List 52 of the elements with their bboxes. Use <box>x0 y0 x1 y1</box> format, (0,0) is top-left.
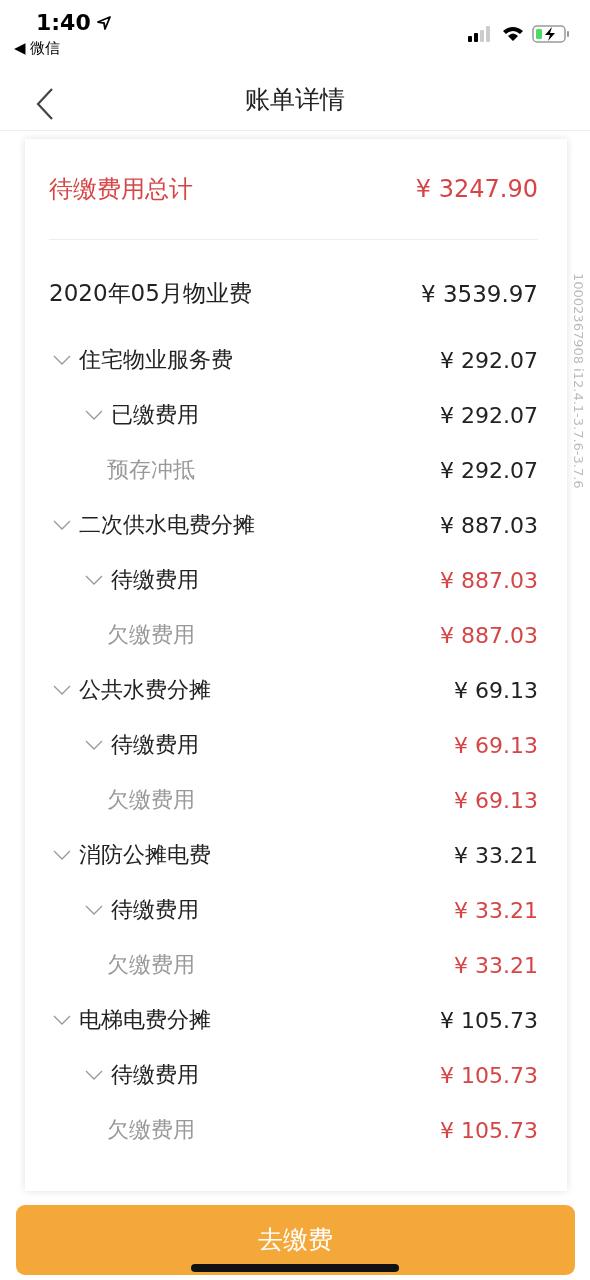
chevron-icon[interactable] <box>85 1070 103 1081</box>
detail-amount: ¥ 105.73 <box>440 1117 538 1143</box>
fee-name: 二次供水电费分摊 <box>79 511 256 540</box>
chevron-icon[interactable] <box>85 410 103 421</box>
detail-amount: ¥ 69.13 <box>454 787 538 813</box>
detail-amount: ¥ 887.03 <box>440 622 538 648</box>
page-title: 账单详情 <box>245 84 345 117</box>
status-amount: ¥ 105.73 <box>440 1062 538 1088</box>
chevron-icon[interactable] <box>53 520 71 531</box>
chevron-icon[interactable] <box>53 850 71 861</box>
version-label: 10002367908 i12.4.1-3.7.6-3.7.6 <box>571 272 586 489</box>
status-amount: ¥ 33.21 <box>454 897 538 923</box>
chevron-icon[interactable] <box>53 685 71 696</box>
status-name: 待缴费用 <box>111 566 200 595</box>
chevron-icon[interactable] <box>85 905 103 916</box>
detail-name: 欠缴费用 <box>107 621 196 650</box>
back-icon[interactable] <box>36 88 54 120</box>
detail-name: 欠缴费用 <box>107 786 196 815</box>
fee-amount: ¥ 33.21 <box>454 842 538 868</box>
back-to-app-link[interactable]: ◀ 微信 <box>14 39 111 58</box>
detail-name: 欠缴费用 <box>107 1116 196 1145</box>
battery-charging-icon <box>532 25 570 43</box>
wifi-icon <box>502 26 524 42</box>
chevron-icon[interactable] <box>53 355 71 366</box>
clock-time: 1:40 <box>36 10 91 35</box>
detail-amount: ¥ 33.21 <box>454 952 538 978</box>
status-amount: ¥ 69.13 <box>454 732 538 758</box>
detail-name: 预存冲抵 <box>107 456 196 485</box>
chevron-icon[interactable] <box>85 575 103 586</box>
fee-amount: ¥ 887.03 <box>440 512 538 538</box>
bill-title: 2020年05月物业费 <box>49 279 252 309</box>
status-name: 待缴费用 <box>111 1061 200 1090</box>
fee-amount: ¥ 292.07 <box>440 347 538 373</box>
status-amount: ¥ 292.07 <box>440 402 538 428</box>
total-label: 待缴费用总计 <box>49 173 193 205</box>
fee-name: 电梯电费分摊 <box>79 1006 212 1035</box>
fee-amount: ¥ 69.13 <box>454 677 538 703</box>
status-name: 待缴费用 <box>111 731 200 760</box>
bill-amount: ¥ 3539.97 <box>420 280 538 307</box>
detail-amount: ¥ 292.07 <box>440 457 538 483</box>
status-name: 已缴费用 <box>111 401 200 430</box>
fee-name: 公共水费分摊 <box>79 676 212 705</box>
fee-name: 住宅物业服务费 <box>79 346 234 375</box>
fee-amount: ¥ 105.73 <box>440 1007 538 1033</box>
status-amount: ¥ 887.03 <box>440 567 538 593</box>
chevron-icon[interactable] <box>53 1015 71 1026</box>
location-arrow-icon <box>96 15 111 30</box>
chevron-icon[interactable] <box>85 740 103 751</box>
fee-name: 消防公摊电费 <box>79 841 212 870</box>
detail-name: 欠缴费用 <box>107 951 196 980</box>
status-name: 待缴费用 <box>111 896 200 925</box>
total-amount: ¥ 3247.90 <box>415 174 538 203</box>
